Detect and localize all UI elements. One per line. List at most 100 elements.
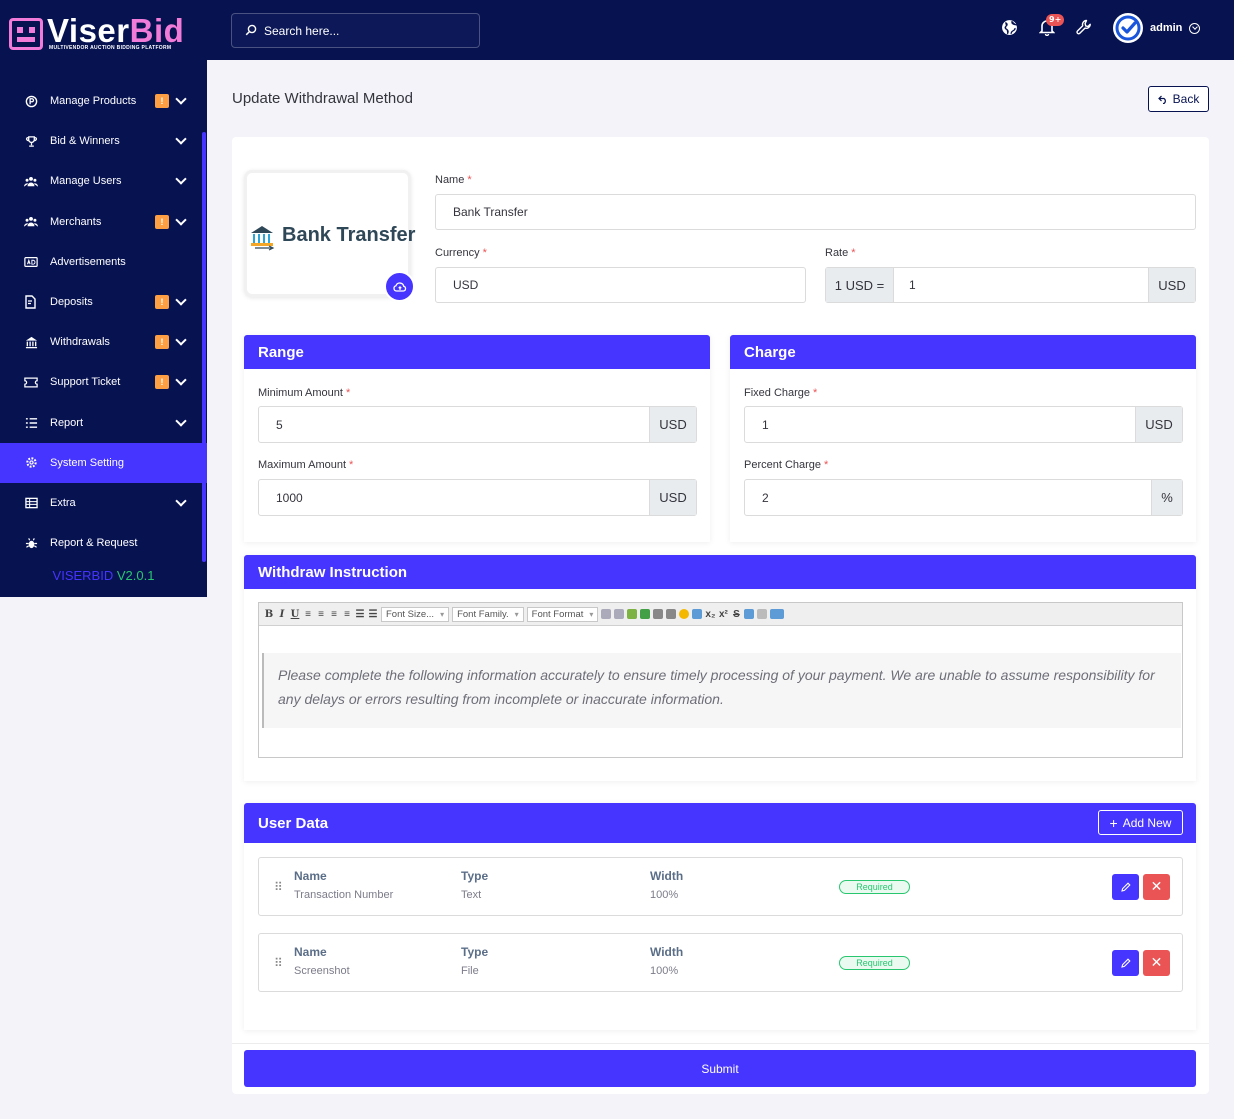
subscript-icon[interactable]: x₂: [705, 609, 715, 620]
indent-icon[interactable]: [601, 609, 612, 619]
divider: [232, 1043, 1209, 1044]
notification-bell-icon[interactable]: 9+: [1037, 14, 1065, 37]
chevron-down-icon: [175, 93, 187, 105]
plus-icon: +: [1109, 814, 1118, 831]
font-size-select[interactable]: Font Size...: [381, 606, 450, 622]
sidebar-item-label: Extra: [50, 496, 76, 509]
chevron-down-icon: [175, 414, 187, 427]
sidebar-item-support-ticket[interactable]: Support Ticket !: [0, 362, 207, 402]
sidebar-item-manage-products[interactable]: Manage Products !: [0, 81, 207, 121]
column-header-type: Type: [461, 945, 489, 959]
globe-icon[interactable]: [999, 17, 1019, 37]
required-asterisk: *: [813, 387, 818, 399]
delete-button[interactable]: ✕: [1143, 874, 1170, 900]
bullet-list-icon[interactable]: ☰: [355, 609, 365, 620]
delete-button[interactable]: ✕: [1143, 950, 1170, 976]
italic-icon[interactable]: I: [277, 609, 287, 620]
numbered-list-icon[interactable]: ☰: [368, 609, 378, 620]
sidebar-item-extra[interactable]: Extra: [0, 483, 207, 523]
sidebar-item-merchants[interactable]: Merchants !: [0, 202, 207, 242]
rate-label: Rate *: [825, 247, 856, 259]
undo-arrow-icon: [1157, 95, 1166, 104]
superscript-icon[interactable]: x²: [718, 609, 728, 620]
min-amount-input[interactable]: [259, 407, 649, 442]
fixed-charge-input[interactable]: [745, 407, 1135, 442]
underline-icon[interactable]: U: [290, 609, 300, 620]
username: admin: [1150, 22, 1183, 34]
back-button[interactable]: Back: [1148, 86, 1209, 112]
sidebar-item-system-setting[interactable]: System Setting: [0, 442, 207, 483]
pencil-icon: [1120, 882, 1131, 892]
user-data-header: User Data: [244, 803, 1196, 843]
upload-icon[interactable]: [692, 609, 703, 619]
sidebar-item-label: Merchants: [50, 215, 102, 228]
user-data-row[interactable]: ⠿ Name Transaction Number Type Text Widt…: [258, 857, 1183, 916]
table-icon[interactable]: [640, 609, 651, 619]
sidebar-item-advertisements[interactable]: Advertisements: [0, 242, 207, 282]
column-header-name: Name: [294, 869, 327, 883]
logo-tagline: MULTIVENDOR AUCTION BIDDING PLATFORM: [49, 45, 172, 51]
rate-input[interactable]: [894, 268, 1148, 302]
align-center-icon[interactable]: ≡: [316, 609, 326, 620]
sidebar-item-bid-winners[interactable]: Bid & Winners: [0, 121, 207, 161]
add-new-button[interactable]: + Add New: [1098, 810, 1183, 835]
cloud-upload-icon: [392, 281, 406, 292]
field-name-column: Name Transaction Number: [294, 869, 393, 901]
version-number: V2.0.1: [116, 568, 155, 583]
fixed-charge-label-text: Fixed Charge: [744, 387, 811, 399]
sidebar-item-report-request[interactable]: Report & Request: [0, 523, 207, 563]
submit-button[interactable]: Submit: [244, 1050, 1196, 1087]
name-label: Name *: [435, 174, 472, 186]
currency-input[interactable]: [436, 268, 805, 302]
field-name-value: Screenshot: [294, 965, 350, 977]
trophy-icon: [24, 134, 38, 148]
circle-p-icon: [24, 94, 38, 108]
remove-format-icon[interactable]: [744, 609, 755, 619]
ticket-icon: [24, 375, 38, 389]
upload-image-button[interactable]: [384, 271, 415, 302]
html-source-icon[interactable]: [770, 609, 785, 619]
bank-icon: [24, 335, 38, 349]
outdent-icon[interactable]: [614, 609, 625, 619]
edit-button[interactable]: [1112, 874, 1139, 900]
strikethrough-icon[interactable]: S: [731, 609, 741, 620]
sidebar-item-withdrawals[interactable]: Withdrawals !: [0, 322, 207, 362]
name-input[interactable]: [436, 195, 1195, 229]
align-justify-icon[interactable]: ≡: [342, 609, 352, 620]
sidebar-item-label: System Setting: [50, 456, 124, 469]
instruction-text[interactable]: Please complete the following informatio…: [262, 653, 1181, 728]
percent-charge-field: %: [744, 479, 1183, 516]
required-asterisk: *: [345, 387, 351, 399]
horizontal-rule-icon[interactable]: [757, 609, 768, 619]
search-input[interactable]: [264, 14, 474, 47]
field-name-column: Name Screenshot: [294, 945, 350, 977]
percent-charge-input[interactable]: [745, 480, 1151, 515]
min-amount-suffix: USD: [649, 407, 696, 442]
link-icon[interactable]: [653, 609, 664, 619]
logo[interactable]: ViserBid MULTIVENDOR AUCTION BIDDING PLA…: [9, 12, 199, 54]
drag-handle-icon[interactable]: ⠿: [274, 956, 283, 970]
user-data-row[interactable]: ⠿ Name Screenshot Type File Width 100% R…: [258, 933, 1183, 992]
min-amount-label: Minimum Amount *: [258, 387, 350, 399]
align-right-icon[interactable]: ≡: [329, 609, 339, 620]
max-amount-input[interactable]: [259, 480, 649, 515]
wrench-icon[interactable]: [1074, 17, 1094, 37]
sidebar-item-deposits[interactable]: Deposits !: [0, 282, 207, 322]
rich-text-editor[interactable]: B I U ≡ ≡ ≡ ≡ ☰ ☰ Font Size... Font Fami…: [258, 602, 1183, 758]
percent-charge-label-text: Percent Charge: [744, 459, 822, 471]
image-icon[interactable]: [627, 609, 638, 619]
bold-icon[interactable]: B: [264, 609, 274, 620]
smiley-icon[interactable]: [679, 609, 690, 619]
sidebar-item-manage-users[interactable]: Manage Users: [0, 161, 207, 201]
unlink-icon[interactable]: [666, 609, 677, 619]
font-family-select[interactable]: Font Family.: [452, 606, 524, 622]
edit-button[interactable]: [1112, 950, 1139, 976]
font-format-select[interactable]: Font Format: [526, 606, 599, 622]
status-badge: Required: [839, 956, 910, 970]
align-left-icon[interactable]: ≡: [303, 609, 313, 620]
drag-handle-icon[interactable]: ⠿: [274, 880, 283, 894]
user-menu[interactable]: admin: [1113, 12, 1201, 44]
required-asterisk: *: [467, 174, 472, 186]
name-field: [435, 194, 1196, 230]
sidebar-item-report[interactable]: Report: [0, 403, 207, 443]
